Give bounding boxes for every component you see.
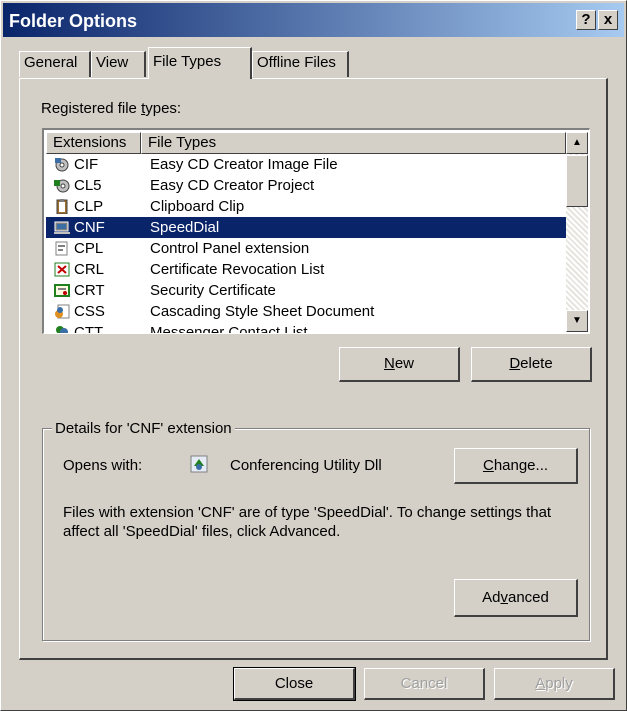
stylesheet-icon bbox=[55, 304, 70, 319]
tab-view[interactable]: View bbox=[91, 51, 146, 77]
apply-button: Apply bbox=[494, 668, 615, 700]
extension-cell: CSS bbox=[74, 303, 105, 320]
column-header-file-types[interactable]: File Types bbox=[141, 132, 566, 154]
scroll-thumb[interactable] bbox=[566, 155, 588, 207]
new-button[interactable]: New bbox=[339, 347, 460, 382]
file-type-cell: Easy CD Creator Image File bbox=[150, 156, 338, 173]
list-vertical-scrollbar[interactable]: ▲ ▼ bbox=[566, 132, 588, 332]
close-window-button[interactable]: x bbox=[598, 10, 618, 30]
tab-general[interactable]: General bbox=[19, 51, 91, 77]
list-item[interactable]: CTT Messenger Contact List bbox=[46, 322, 566, 334]
scroll-up-arrow-icon[interactable]: ▲ bbox=[566, 132, 588, 154]
file-type-cell: Easy CD Creator Project bbox=[150, 177, 315, 194]
file-type-cell: Cascading Style Sheet Document bbox=[150, 303, 375, 320]
extension-cell: CPL bbox=[74, 240, 104, 257]
list-item-selected[interactable]: CNF SpeedDial bbox=[46, 217, 566, 238]
list-item[interactable]: CL5 Easy CD Creator Project bbox=[46, 175, 566, 196]
file-type-cell: Clipboard Clip bbox=[150, 198, 245, 215]
title-bar[interactable]: Folder Options ? x bbox=[3, 3, 624, 37]
scroll-down-arrow-icon[interactable]: ▼ bbox=[566, 310, 588, 332]
list-item[interactable]: CPL Control Panel extension bbox=[46, 238, 566, 259]
registered-file-types-label: Registered file types: bbox=[41, 100, 182, 117]
list-item[interactable]: CRT Security Certificate bbox=[46, 280, 566, 301]
extension-cell: CTT bbox=[74, 324, 104, 334]
details-group-label: Details for 'CNF' extension bbox=[52, 420, 235, 437]
extension-cell: CRT bbox=[74, 282, 105, 299]
delete-button[interactable]: Delete bbox=[471, 347, 592, 382]
column-header-extensions[interactable]: Extensions bbox=[46, 132, 141, 154]
extension-cell: CIF bbox=[74, 156, 99, 173]
security-certificate-icon bbox=[54, 284, 70, 297]
conferencing-app-icon bbox=[190, 455, 208, 473]
details-description: Files with extension 'CNF' are of type '… bbox=[63, 504, 552, 540]
speeddial-icon bbox=[54, 221, 70, 234]
list-item[interactable]: CIF Easy CD Creator Image File bbox=[46, 154, 566, 175]
file-types-list[interactable]: Extensions File Types CIF Easy CD Creato… bbox=[42, 128, 590, 334]
tab-offline-files[interactable]: Offline Files bbox=[252, 51, 349, 77]
cd-project-icon bbox=[54, 179, 70, 193]
file-type-cell: Certificate Revocation List bbox=[150, 261, 325, 278]
clipboard-icon bbox=[56, 199, 68, 214]
window-title: Folder Options bbox=[9, 11, 137, 31]
extension-cell: CNF bbox=[74, 219, 105, 236]
list-item[interactable]: CLP Clipboard Clip bbox=[46, 196, 566, 217]
folder-options-window: Folder Options ? x General View File Typ… bbox=[0, 0, 627, 711]
tab-file-types[interactable]: File Types bbox=[148, 47, 252, 79]
cancel-button: Cancel bbox=[364, 668, 485, 700]
help-button[interactable]: ? bbox=[576, 10, 596, 30]
change-button[interactable]: Change... bbox=[454, 448, 578, 484]
opens-with-label: Opens with: bbox=[63, 457, 143, 474]
list-item[interactable]: CRL Certificate Revocation List bbox=[46, 259, 566, 280]
control-panel-icon bbox=[55, 241, 68, 256]
file-type-cell: Messenger Contact List bbox=[150, 324, 308, 334]
extension-cell: CL5 bbox=[74, 177, 102, 194]
file-type-cell: SpeedDial bbox=[150, 219, 220, 236]
close-button[interactable]: Close bbox=[233, 667, 356, 701]
opens-with-app: Conferencing Utility Dll bbox=[230, 457, 382, 474]
file-type-cell: Security Certificate bbox=[150, 282, 276, 299]
certificate-revocation-icon bbox=[54, 262, 70, 277]
advanced-button[interactable]: Advanced bbox=[454, 579, 578, 617]
file-type-cell: Control Panel extension bbox=[150, 240, 310, 257]
list-item[interactable]: CSS Cascading Style Sheet Document bbox=[46, 301, 566, 322]
extension-cell: CLP bbox=[74, 198, 104, 215]
contact-list-icon bbox=[56, 326, 68, 333]
cd-image-icon bbox=[55, 158, 69, 172]
extension-cell: CRL bbox=[74, 261, 105, 278]
